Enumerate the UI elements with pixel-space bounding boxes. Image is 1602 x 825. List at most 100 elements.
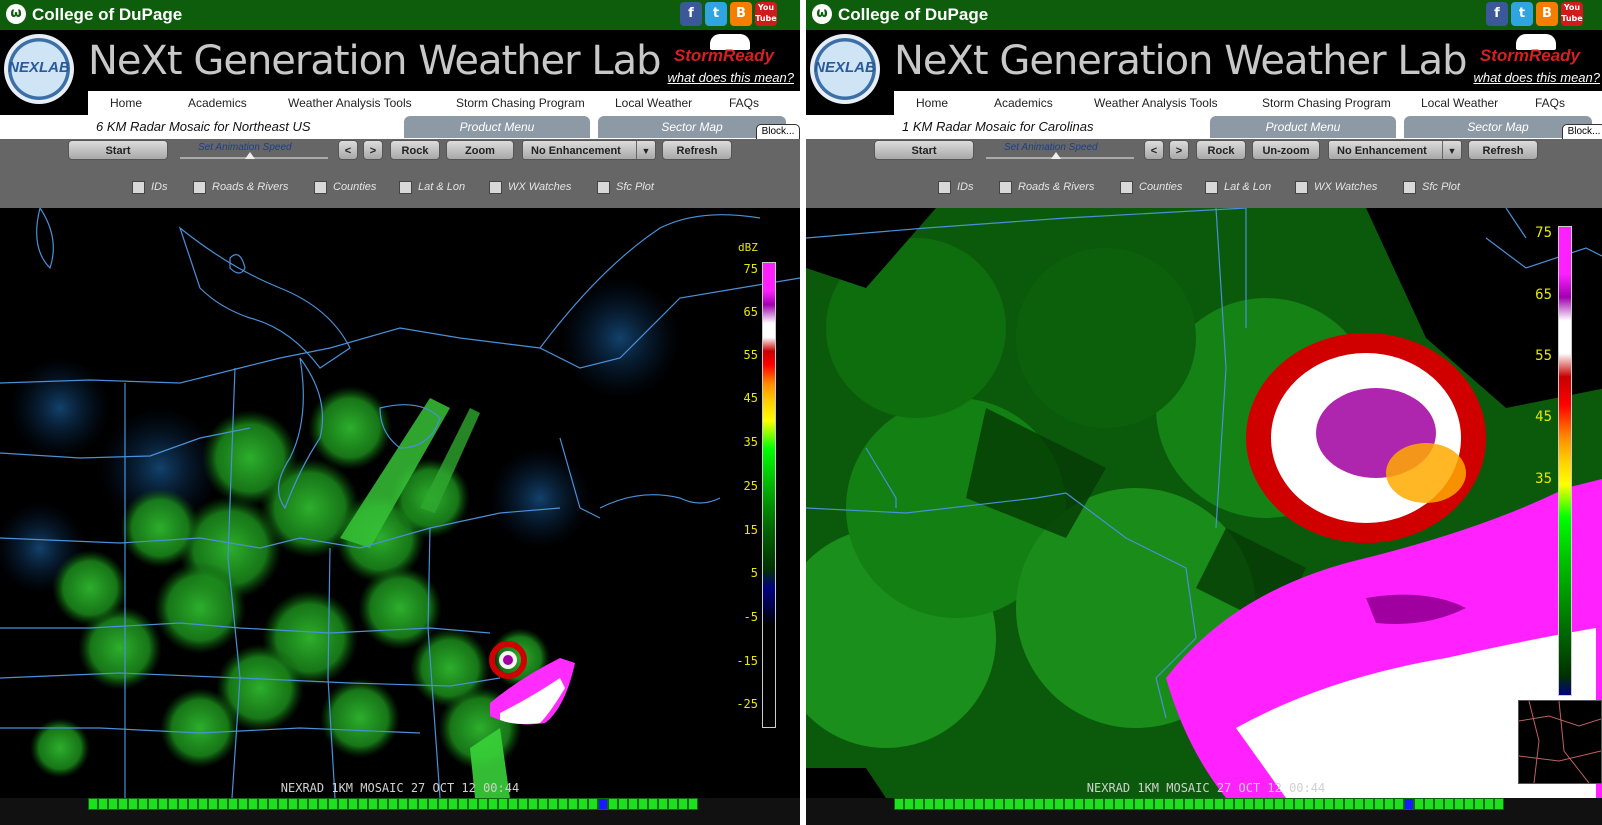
college-logo-icon[interactable]: ω	[812, 4, 832, 24]
frame-cell[interactable]	[318, 798, 328, 810]
frame-cell[interactable]	[894, 798, 904, 810]
speed-slider-handle[interactable]	[245, 152, 255, 159]
frame-cell[interactable]	[1414, 798, 1424, 810]
frame-cell[interactable]	[368, 798, 378, 810]
frame-cell[interactable]	[1074, 798, 1084, 810]
frame-cell[interactable]	[98, 798, 108, 810]
nav-storm-chasing-program[interactable]: Storm Chasing Program	[1262, 95, 1391, 111]
frame-cell[interactable]	[1104, 798, 1114, 810]
frame-cell[interactable]	[528, 798, 538, 810]
frame-cell[interactable]	[1374, 798, 1384, 810]
frame-cell[interactable]	[268, 798, 278, 810]
frame-cell[interactable]	[1394, 798, 1404, 810]
inset-locator-map[interactable]	[1518, 700, 1602, 784]
sfc-plot-checkbox[interactable]	[1403, 181, 1416, 194]
frame-cell[interactable]	[1404, 798, 1414, 810]
enhancement-select[interactable]: No Enhancement ▼	[1328, 140, 1462, 160]
frame-cell[interactable]	[1344, 798, 1354, 810]
frame-cell[interactable]	[138, 798, 148, 810]
frame-cell[interactable]	[308, 798, 318, 810]
frame-cell[interactable]	[1444, 798, 1454, 810]
what-does-this-mean-link[interactable]: what does this mean?	[1474, 70, 1600, 86]
frame-cell[interactable]	[588, 798, 598, 810]
frame-cell[interactable]	[1164, 798, 1174, 810]
nav-weather-analysis-tools[interactable]: Weather Analysis Tools	[288, 95, 412, 111]
frame-cell[interactable]	[974, 798, 984, 810]
frame-cell[interactable]	[1334, 798, 1344, 810]
counties-checkbox[interactable]	[1120, 181, 1133, 194]
prev-frame-button[interactable]: <	[1144, 140, 1164, 160]
frame-cell[interactable]	[1084, 798, 1094, 810]
frame-cell[interactable]	[448, 798, 458, 810]
lat-lon-checkbox[interactable]	[399, 181, 412, 194]
frame-cell[interactable]	[1184, 798, 1194, 810]
frame-cell[interactable]	[88, 798, 98, 810]
frame-cell[interactable]	[1214, 798, 1224, 810]
youtube-icon[interactable]: You Tube	[1561, 2, 1583, 26]
rock-button[interactable]: Rock	[390, 140, 440, 160]
nav-faqs[interactable]: FAQs	[729, 95, 759, 111]
wx-watches-checkbox[interactable]	[1295, 181, 1308, 194]
nav-academics[interactable]: Academics	[188, 95, 247, 111]
frame-cell[interactable]	[1204, 798, 1214, 810]
frame-cell[interactable]	[688, 798, 698, 810]
frame-cell[interactable]	[1324, 798, 1334, 810]
frame-cell[interactable]	[288, 798, 298, 810]
frame-cell[interactable]	[608, 798, 618, 810]
frame-cell[interactable]	[1314, 798, 1324, 810]
frame-cell[interactable]	[108, 798, 118, 810]
start-button[interactable]: Start	[68, 140, 168, 160]
frame-cell[interactable]	[508, 798, 518, 810]
frame-cell[interactable]	[1284, 798, 1294, 810]
block-button[interactable]: Block...	[1562, 124, 1602, 140]
frame-cell[interactable]	[568, 798, 578, 810]
frame-cell[interactable]	[1034, 798, 1044, 810]
frame-cell[interactable]	[178, 798, 188, 810]
frame-cell[interactable]	[118, 798, 128, 810]
unzoom-button[interactable]: Un-zoom	[1252, 140, 1320, 160]
frame-cell[interactable]	[518, 798, 528, 810]
frame-cell[interactable]	[904, 798, 914, 810]
college-logo-icon[interactable]: ω	[6, 4, 26, 24]
frame-cell[interactable]	[1004, 798, 1014, 810]
frame-cell[interactable]	[498, 798, 508, 810]
frame-cell[interactable]	[258, 798, 268, 810]
counties-checkbox[interactable]	[314, 181, 327, 194]
frame-cell[interactable]	[1274, 798, 1284, 810]
frame-cell[interactable]	[1244, 798, 1254, 810]
frame-cell[interactable]	[388, 798, 398, 810]
frame-cell[interactable]	[488, 798, 498, 810]
youtube-icon[interactable]: You Tube	[755, 2, 777, 26]
nexlab-logo[interactable]: NEXLAB	[810, 34, 880, 104]
nav-weather-analysis-tools[interactable]: Weather Analysis Tools	[1094, 95, 1218, 111]
sfc-plot-checkbox[interactable]	[597, 181, 610, 194]
frame-cell[interactable]	[578, 798, 588, 810]
blogger-icon[interactable]: B	[730, 2, 752, 26]
frame-cell[interactable]	[648, 798, 658, 810]
frame-cell[interactable]	[668, 798, 678, 810]
frame-cell[interactable]	[438, 798, 448, 810]
frame-cell[interactable]	[168, 798, 178, 810]
frame-cell[interactable]	[1294, 798, 1304, 810]
refresh-button[interactable]: Refresh	[1468, 140, 1538, 160]
frame-cell[interactable]	[1024, 798, 1034, 810]
frame-cell[interactable]	[128, 798, 138, 810]
next-frame-button[interactable]: >	[1169, 140, 1189, 160]
frame-cell[interactable]	[158, 798, 168, 810]
frame-cell[interactable]	[1474, 798, 1484, 810]
frame-cell[interactable]	[1234, 798, 1244, 810]
storm-ready-logo[interactable]: StormReady	[1480, 46, 1580, 66]
frame-cell[interactable]	[1064, 798, 1074, 810]
frame-cell[interactable]	[598, 798, 608, 810]
zoom-button[interactable]: Zoom	[446, 140, 514, 160]
frame-cell[interactable]	[228, 798, 238, 810]
lat-lon-checkbox[interactable]	[1205, 181, 1218, 194]
frame-cell[interactable]	[558, 798, 568, 810]
college-name[interactable]: College of DuPage	[32, 5, 182, 25]
frame-cell[interactable]	[458, 798, 468, 810]
frame-cell[interactable]	[1044, 798, 1054, 810]
frame-cell[interactable]	[1144, 798, 1154, 810]
nav-home[interactable]: Home	[110, 95, 142, 111]
frame-cell[interactable]	[954, 798, 964, 810]
roads-rivers-checkbox[interactable]	[999, 181, 1012, 194]
